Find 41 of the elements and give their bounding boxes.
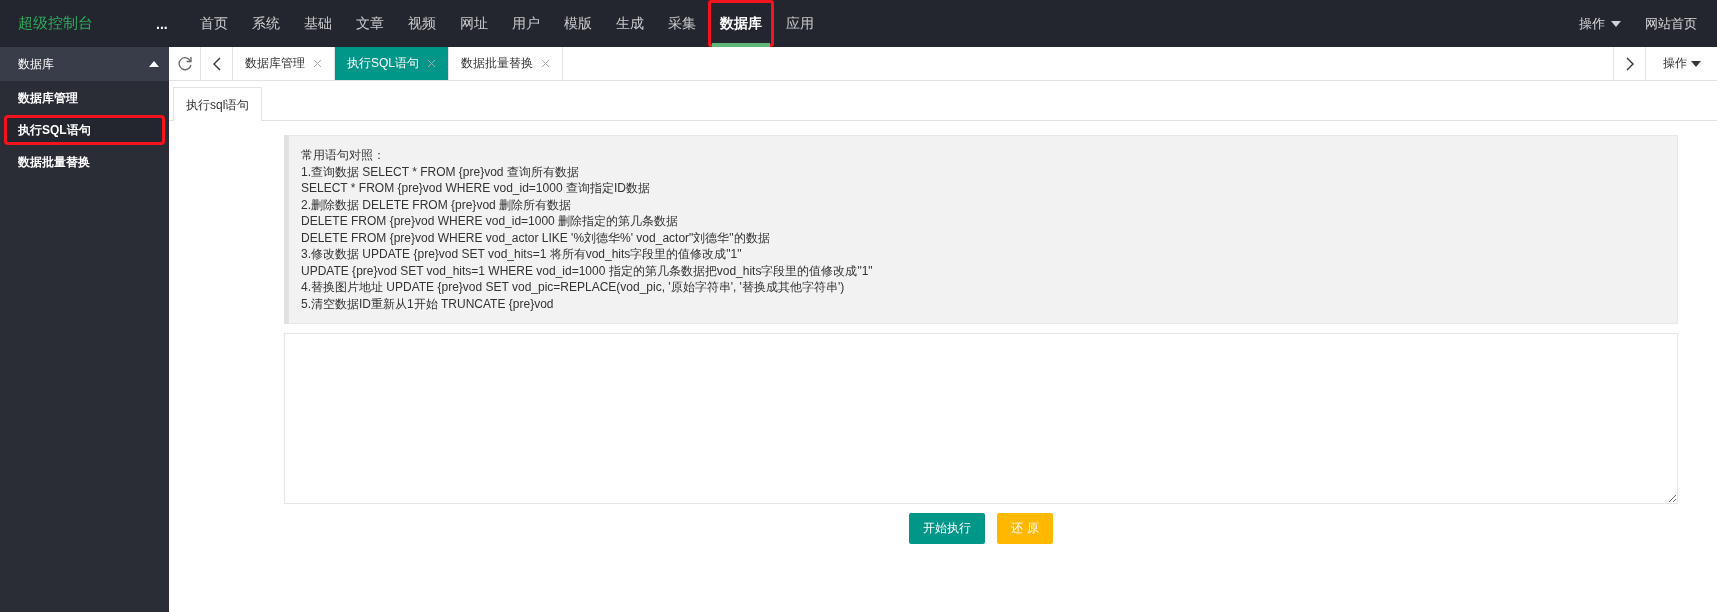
caret-icon <box>1690 60 1701 67</box>
sidebar-group-header[interactable]: 数据库 <box>0 47 169 81</box>
close-icon[interactable] <box>541 59 550 68</box>
page-tab[interactable]: 执行SQL语句 <box>335 47 449 80</box>
caret-icon <box>1611 20 1621 27</box>
nav-item[interactable]: 首页 <box>187 0 240 47</box>
sidebar-item[interactable]: 数据批量替换 <box>4 147 165 177</box>
note-line: 1.查询数据 SELECT * FROM {pre}vod 查询所有数据 <box>301 163 580 180</box>
sidebar-item[interactable]: 执行SQL语句 <box>4 115 165 145</box>
note-line: 2.删除数据 DELETE FROM {pre}vod 删除所有数据 <box>301 196 573 213</box>
action-button[interactable]: 开始执行 <box>909 513 986 544</box>
note-line: 4.替换图片地址 UPDATE {pre}vod SET vod_pic=REPLACE(vod_pic, '原始字符串', '替换成其他字符串') <box>301 279 846 296</box>
sql-input-field[interactable] <box>284 333 1678 504</box>
nav-item[interactable]: 网址 <box>447 0 500 47</box>
nav-item[interactable]: 文章 <box>343 0 396 47</box>
nav-item[interactable]: 视频 <box>395 0 448 47</box>
caret-icon <box>149 61 159 67</box>
note-line: 3.修改数据 UPDATE {pre}vod SET vod_hits=1 将所有vod_hits字段里的值修改成"1" <box>301 246 743 263</box>
note-line: 5.清空数据ID重新从1开始 TRUNCATE {pre}vod <box>301 295 555 312</box>
nav-item[interactable]: 应用 <box>773 0 826 47</box>
nav-item[interactable]: 基础 <box>291 0 344 47</box>
tab-operations-menu[interactable]: 操作 <box>1645 47 1717 80</box>
site-home-link[interactable]: 网站首页 <box>1633 14 1717 33</box>
nav-item[interactable]: 模版 <box>551 0 604 47</box>
nav-item[interactable]: 采集 <box>655 0 708 47</box>
nav-item[interactable]: 用户 <box>499 0 552 47</box>
section-tab[interactable]: 执行sql语句 <box>173 87 263 121</box>
nav-item[interactable]: 生成 <box>603 0 656 47</box>
nav-item[interactable]: 系统 <box>239 0 292 47</box>
sidebar-item[interactable]: 数据库管理 <box>4 83 165 113</box>
note-line: UPDATE {pre}vod SET vod_hits=1 WHERE vod_id=1000 指定的第几条数据把vod_hits字段里的值修改成"1" <box>301 262 874 279</box>
note-line: SELECT * FROM {pre}vod WHERE vod_id=1000 查询指定ID数据 <box>301 180 651 197</box>
brand-title: 超级控制台 <box>18 14 94 33</box>
nav-item[interactable]: 数据库 <box>707 0 774 47</box>
more-menu[interactable]: ... <box>156 15 168 32</box>
note-line: DELETE FROM {pre}vod WHERE vod_actor LIKE '%刘德华%' vod_actor"刘德华"的数据 <box>301 229 771 246</box>
close-icon[interactable] <box>427 59 436 68</box>
note-line: DELETE FROM {pre}vod WHERE vod_id=1000 删除指定的第几条数据 <box>301 213 680 230</box>
operations-menu[interactable]: 操作 <box>1567 14 1633 33</box>
close-icon[interactable] <box>313 59 322 68</box>
note-line: 常用语句对照： <box>301 147 386 164</box>
